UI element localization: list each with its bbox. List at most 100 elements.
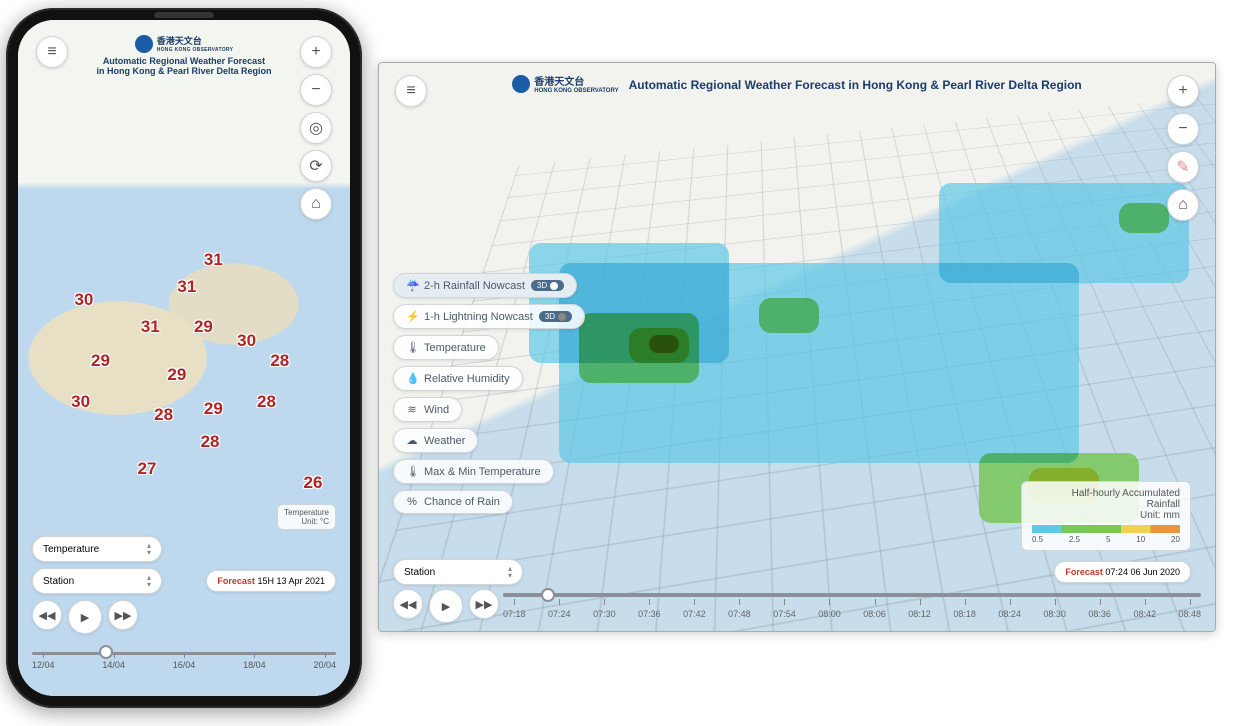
chevron-updown-icon: ▴▾: [147, 542, 151, 556]
temp-reading: 29: [194, 317, 213, 337]
menu-icon: ≡: [406, 82, 415, 100]
layer-list: ☔ 2-h Rainfall Nowcast 3D ⚡ 1-h Lightning No…: [393, 273, 585, 514]
temp-reading: 26: [304, 473, 323, 493]
home-button[interactable]: ⌂: [1167, 189, 1199, 221]
layer-pill[interactable]: 🌡 Max & Min Temperature: [393, 459, 554, 484]
layer-icon: 💧: [406, 372, 418, 385]
zoom-out-button[interactable]: −: [300, 74, 332, 106]
layer-pill[interactable]: ☁ Weather: [393, 428, 478, 453]
desktop-forecast-pill: Forecast 07:24 06 Jun 2020: [1054, 561, 1191, 583]
logo-text-cn: 香港天文台: [157, 34, 234, 47]
layer-pill[interactable]: ☔ 2-h Rainfall Nowcast 3D: [393, 273, 577, 298]
layer-label: Chance of Rain: [424, 496, 500, 508]
temp-reading: 31: [177, 277, 196, 297]
phone-mockup: 香港天文台 HONG KONG OBSERVATORY Automatic Re…: [6, 8, 362, 708]
draw-button[interactable]: ✎: [1167, 151, 1199, 183]
plus-icon: +: [1178, 82, 1187, 100]
zoom-in-button[interactable]: +: [1167, 75, 1199, 107]
temp-reading: 31: [204, 250, 223, 270]
badge-3d[interactable]: 3D: [539, 311, 572, 322]
layer-pill[interactable]: ⚡ 1-h Lightning Nowcast 3D: [393, 304, 585, 329]
chevron-updown-icon: ▴▾: [508, 565, 512, 579]
desktop-station-select[interactable]: Station ▴▾: [393, 559, 523, 585]
layer-label: Relative Humidity: [424, 373, 510, 385]
layer-icon: ≋: [406, 403, 418, 416]
forward-button[interactable]: ▶▶: [469, 589, 499, 619]
hko-logo-icon: [135, 35, 153, 53]
layer-label: Wind: [424, 404, 449, 416]
play-button[interactable]: ▶: [68, 600, 102, 634]
param-select[interactable]: Temperature ▴▾: [32, 536, 162, 562]
layer-label: Max & Min Temperature: [424, 466, 541, 478]
unit-box: Temperature Unit: °C: [277, 504, 336, 530]
plus-icon: +: [311, 43, 320, 61]
temp-reading: 30: [71, 392, 90, 412]
desktop-slider-ticks: 07:1807:2407:3007:3607:4207:4807:5408:00…: [503, 609, 1201, 619]
forward-button[interactable]: ▶▶: [108, 600, 138, 630]
phone-title-2: in Hong Kong & Pearl River Delta Region: [68, 66, 300, 76]
menu-icon: ≡: [47, 43, 56, 61]
layer-pill[interactable]: 💧 Relative Humidity: [393, 366, 523, 391]
layer-icon: 🌡: [406, 341, 418, 354]
logo-text-en: HONG KONG OBSERVATORY: [157, 47, 234, 53]
play-icon: ▶: [81, 611, 89, 624]
rewind-icon: ◀◀: [39, 609, 56, 622]
rewind-icon: ◀◀: [400, 598, 417, 611]
slider-knob[interactable]: [541, 588, 555, 602]
layer-icon: ⚡: [406, 310, 418, 323]
layer-label: Weather: [424, 435, 465, 447]
play-button[interactable]: ▶: [429, 589, 463, 623]
forecast-time-pill: Forecast 15H 13 Apr 2021: [206, 570, 336, 592]
chevron-updown-icon: ▴▾: [147, 574, 151, 588]
locate-button[interactable]: ◎: [300, 112, 332, 144]
desktop-title: Automatic Regional Weather Forecast in H…: [629, 78, 1082, 92]
station-select[interactable]: Station ▴▾: [32, 568, 162, 594]
temp-reading: 30: [237, 331, 256, 351]
pencil-icon: ✎: [1176, 157, 1189, 177]
temp-reading: 29: [91, 351, 110, 371]
layer-label: 1-h Lightning Nowcast: [424, 311, 533, 323]
home-icon: ⌂: [1178, 196, 1188, 214]
badge-3d[interactable]: 3D: [531, 280, 564, 291]
layer-icon: ☔: [406, 279, 418, 292]
zoom-out-button[interactable]: −: [1167, 113, 1199, 145]
temp-reading: 27: [138, 459, 157, 479]
phone-time-slider[interactable]: 12/0414/0416/0418/0420/04: [32, 648, 336, 676]
layer-pill[interactable]: % Chance of Rain: [393, 490, 513, 514]
temp-reading: 28: [154, 405, 173, 425]
temp-reading: 28: [257, 392, 276, 412]
rewind-button[interactable]: ◀◀: [32, 600, 62, 630]
zoom-in-button[interactable]: +: [300, 36, 332, 68]
layer-icon: ☁: [406, 434, 418, 447]
desktop-time-slider[interactable]: [503, 593, 1201, 597]
phone-title-1: Automatic Regional Weather Forecast: [68, 56, 300, 66]
play-icon: ▶: [442, 600, 450, 613]
phone-slider-ticks: 12/0414/0416/0418/0420/04: [32, 660, 336, 670]
refresh-icon: ⟳: [309, 156, 322, 176]
locate-icon: ◎: [309, 118, 323, 138]
desktop-menu-button[interactable]: ≡: [395, 75, 427, 107]
home-button[interactable]: ⌂: [300, 188, 332, 220]
forward-icon: ▶▶: [115, 609, 132, 622]
desktop-panel: 香港天文台 HONG KONG OBSERVATORY Automatic Re…: [378, 62, 1216, 632]
minus-icon: −: [1178, 120, 1187, 138]
temp-reading: 29: [167, 365, 186, 385]
temp-reading: 30: [74, 290, 93, 310]
legend: Half-hourly Accumulated Rainfall Unit: m…: [1021, 481, 1191, 551]
layer-icon: 🌡: [406, 465, 418, 478]
layer-pill[interactable]: 🌡Temperature: [393, 335, 499, 360]
hko-logo-icon: [512, 75, 530, 93]
layer-label: 2-h Rainfall Nowcast: [424, 280, 525, 292]
layer-icon: %: [406, 496, 418, 508]
rewind-button[interactable]: ◀◀: [393, 589, 423, 619]
legend-ticks: 0.52.551020: [1032, 535, 1180, 544]
phone-menu-button[interactable]: ≡: [36, 36, 68, 68]
phone-screen: 香港天文台 HONG KONG OBSERVATORY Automatic Re…: [18, 20, 350, 696]
temp-reading: 31: [141, 317, 160, 337]
temp-reading: 28: [201, 432, 220, 452]
legend-colorbar: [1032, 525, 1180, 533]
refresh-button[interactable]: ⟳: [300, 150, 332, 182]
layer-pill[interactable]: ≋ Wind: [393, 397, 462, 422]
temp-reading: 29: [204, 399, 223, 419]
temp-reading: 28: [270, 351, 289, 371]
